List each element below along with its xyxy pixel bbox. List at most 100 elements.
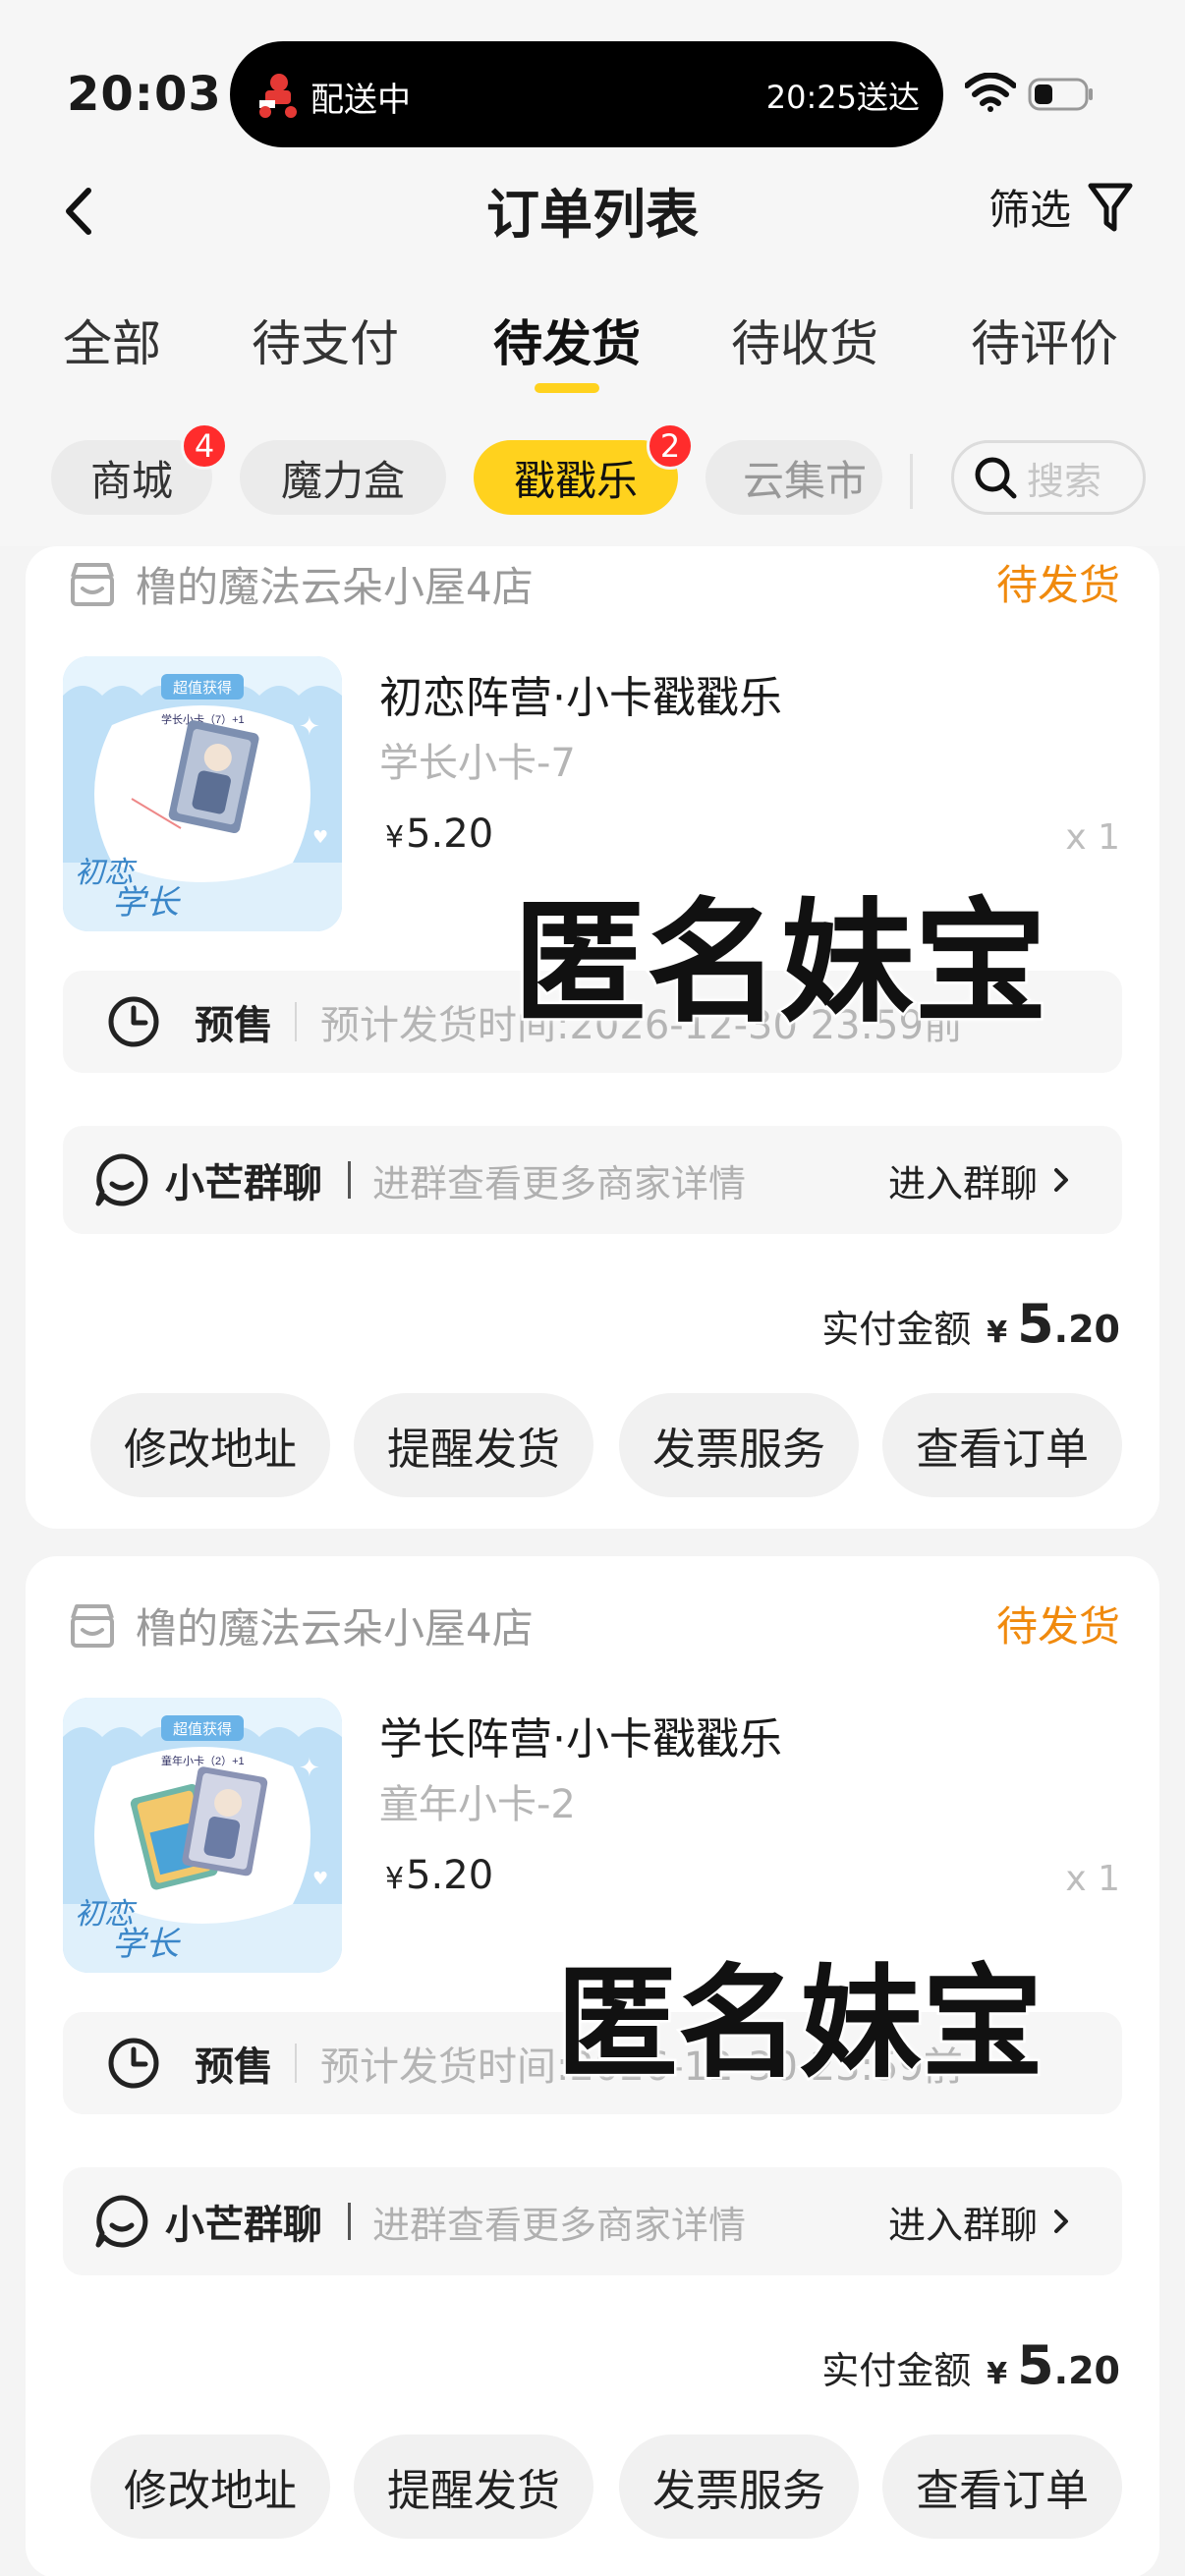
group-description: 进群查看更多商家详情 bbox=[372, 2203, 747, 2247]
delivery-rider-icon bbox=[259, 74, 297, 118]
tab-pending-payment[interactable]: 待支付 bbox=[252, 305, 399, 375]
group-chat-entry[interactable]: 小芒群聊 进群查看更多商家详情 进入群聊 bbox=[63, 1126, 1122, 1234]
product-name[interactable]: 初恋阵营·小卡戳戳乐 bbox=[379, 662, 782, 725]
svg-text:♥: ♥ bbox=[312, 827, 328, 848]
enter-group-label: 进入群聊 bbox=[887, 1161, 1038, 1205]
tab-all[interactable]: 全部 bbox=[63, 305, 161, 375]
paid-amount: 实付金额 ¥ 5 .20 bbox=[821, 2334, 1120, 2396]
enter-group-link[interactable]: 进入群聊 bbox=[888, 2195, 1071, 2249]
product-price: ¥5.20 bbox=[385, 1853, 493, 1898]
chip-mall[interactable]: 商城 4 bbox=[51, 422, 228, 515]
shop-link[interactable]: 橹的魔法云朵小屋4店 bbox=[65, 1596, 534, 1655]
thumb-badge: 超值获得 bbox=[173, 1721, 232, 1738]
order-status-tabs: 全部 待支付 待发货 待收货 待评价 bbox=[0, 281, 1185, 419]
presale-info: 预售 预计发货时间:2026-12-30 23:59前 bbox=[63, 971, 1122, 1073]
search-placeholder: 搜索 bbox=[1027, 459, 1102, 503]
chip-magic-box[interactable]: 魔力盒 bbox=[240, 440, 446, 515]
tab-pending-review[interactable]: 待评价 bbox=[971, 305, 1118, 375]
chip-cloud-market[interactable]: 云集市 bbox=[705, 440, 882, 515]
currency-symbol: ¥ bbox=[385, 1862, 405, 1896]
order-card[interactable]: 橹的魔法云朵小屋4店 待发货 超值获得 学长小卡（7）+1 初恋 学长 ✦ ♥ … bbox=[26, 546, 1159, 1529]
shop-name: 橹的魔法云朵小屋4店 bbox=[136, 563, 534, 611]
category-chips: 商城 4 魔力盒 戳戳乐 2 云集市 搜索 bbox=[0, 419, 1185, 546]
chips-divider bbox=[910, 454, 913, 509]
active-tab-indicator bbox=[535, 383, 599, 393]
order-card[interactable]: 橹的魔法云朵小屋4店 待发货 超值获得 童年小卡（2）+1 初恋 学长 ✦ ♥ … bbox=[26, 1556, 1159, 2576]
divider bbox=[295, 2044, 297, 2083]
group-description: 进群查看更多商家详情 bbox=[372, 1161, 747, 1205]
search-icon bbox=[975, 457, 1017, 499]
count-badge: 2 bbox=[647, 422, 694, 470]
chat-smile-icon bbox=[95, 1153, 148, 1206]
svg-text:♥: ♥ bbox=[312, 1869, 328, 1889]
dynamic-island-delivery[interactable]: 配送中 20:25送达 bbox=[230, 41, 943, 147]
filter-label: 筛选 bbox=[988, 186, 1071, 234]
status-time: 20:03 bbox=[67, 67, 222, 122]
chip-poke-fun[interactable]: 戳戳乐 2 bbox=[474, 422, 694, 515]
battery-icon bbox=[1028, 78, 1093, 111]
view-order-button[interactable]: 查看订单 bbox=[882, 2435, 1122, 2539]
remind-shipment-button[interactable]: 提醒发货 bbox=[354, 1393, 593, 1497]
product-price: ¥5.20 bbox=[385, 812, 493, 857]
chip-label: 戳戳乐 bbox=[513, 456, 638, 505]
presale-info: 预售 预计发货时间:2026-12-30 23:59前 bbox=[63, 2012, 1122, 2114]
funnel-icon bbox=[1088, 183, 1133, 231]
divider bbox=[295, 1002, 297, 1041]
product-thumbnail-art: 超值获得 学长小卡（7）+1 初恋 学长 ✦ ♥ bbox=[63, 656, 342, 931]
paid-integer: 5 bbox=[1017, 1293, 1054, 1355]
invoice-service-button[interactable]: 发票服务 bbox=[619, 1393, 859, 1497]
paid-label: 实付金额 bbox=[821, 1308, 972, 1351]
price-value: 5.20 bbox=[406, 812, 494, 857]
search-input[interactable]: 搜索 bbox=[951, 440, 1146, 515]
shop-icon bbox=[71, 1603, 114, 1648]
paid-amount: 实付金额 ¥ 5 .20 bbox=[821, 1293, 1120, 1355]
group-name: 小芒群聊 bbox=[165, 2203, 322, 2248]
currency-symbol: ¥ bbox=[385, 820, 405, 855]
product-name[interactable]: 学长阵营·小卡戳戳乐 bbox=[379, 1704, 782, 1766]
product-quantity: x 1 bbox=[1065, 1859, 1120, 1899]
chip-label: 魔力盒 bbox=[280, 456, 405, 505]
order-status: 待发货 bbox=[995, 561, 1120, 609]
wifi-icon bbox=[965, 73, 1016, 112]
modify-address-button[interactable]: 修改地址 bbox=[90, 2435, 330, 2539]
chip-label: 云集市 bbox=[743, 456, 868, 505]
status-bar: 20:03 配送中 20:25送达 bbox=[0, 0, 1185, 157]
tab-pending-shipment[interactable]: 待发货 bbox=[493, 305, 641, 375]
svg-text:学长: 学长 bbox=[112, 1927, 181, 1963]
enter-group-label: 进入群聊 bbox=[887, 2203, 1038, 2247]
currency-symbol: ¥ bbox=[987, 1316, 1008, 1350]
price-value: 5.20 bbox=[406, 1853, 494, 1898]
paid-decimal: .20 bbox=[1053, 1308, 1120, 1351]
view-order-button[interactable]: 查看订单 bbox=[882, 1393, 1122, 1497]
product-thumbnail-art: 超值获得 童年小卡（2）+1 初恋 学长 ✦ ♥ bbox=[63, 1698, 342, 1973]
tab-pending-receipt[interactable]: 待收货 bbox=[731, 305, 878, 375]
product-image[interactable]: 超值获得 童年小卡（2）+1 初恋 学长 ✦ ♥ bbox=[63, 1698, 342, 1973]
group-name: 小芒群聊 bbox=[165, 1161, 322, 1206]
enter-group-link[interactable]: 进入群聊 bbox=[888, 1153, 1071, 1207]
presale-eta: 预计发货时间:2026-12-30 23:59前 bbox=[320, 2044, 963, 2090]
product-variant: 童年小卡-2 bbox=[379, 1782, 576, 1827]
presale-eta: 预计发货时间:2026-12-30 23:59前 bbox=[320, 1003, 963, 1048]
modify-address-button[interactable]: 修改地址 bbox=[90, 1393, 330, 1497]
svg-text:✦: ✦ bbox=[299, 1754, 320, 1783]
paid-decimal: .20 bbox=[1053, 2349, 1120, 2392]
filter-button[interactable]: 筛选 bbox=[988, 177, 1134, 237]
group-chat-entry[interactable]: 小芒群聊 进群查看更多商家详情 进入群聊 bbox=[63, 2167, 1122, 2275]
paid-label: 实付金额 bbox=[821, 2349, 972, 2392]
shop-link[interactable]: 橹的魔法云朵小屋4店 bbox=[65, 554, 534, 614]
shop-icon bbox=[71, 562, 114, 606]
chat-smile-icon bbox=[95, 2195, 148, 2248]
chip-label: 商城 bbox=[89, 456, 173, 505]
remind-shipment-button[interactable]: 提醒发货 bbox=[354, 2435, 593, 2539]
delivery-eta: 20:25送达 bbox=[765, 79, 920, 116]
thumb-badge: 超值获得 bbox=[173, 680, 232, 697]
thumb-caption: 童年小卡（2）+1 bbox=[161, 1754, 245, 1767]
count-badge: 4 bbox=[181, 422, 228, 470]
paid-integer: 5 bbox=[1017, 2334, 1054, 2396]
invoice-service-button[interactable]: 发票服务 bbox=[619, 2435, 859, 2539]
product-variant: 学长小卡-7 bbox=[379, 741, 576, 786]
chevron-right-icon bbox=[1054, 2210, 1068, 2233]
product-image[interactable]: 超值获得 学长小卡（7）+1 初恋 学长 ✦ ♥ bbox=[63, 656, 342, 931]
presale-label: 预售 bbox=[195, 2044, 273, 2090]
delivery-status-label: 配送中 bbox=[310, 81, 411, 120]
